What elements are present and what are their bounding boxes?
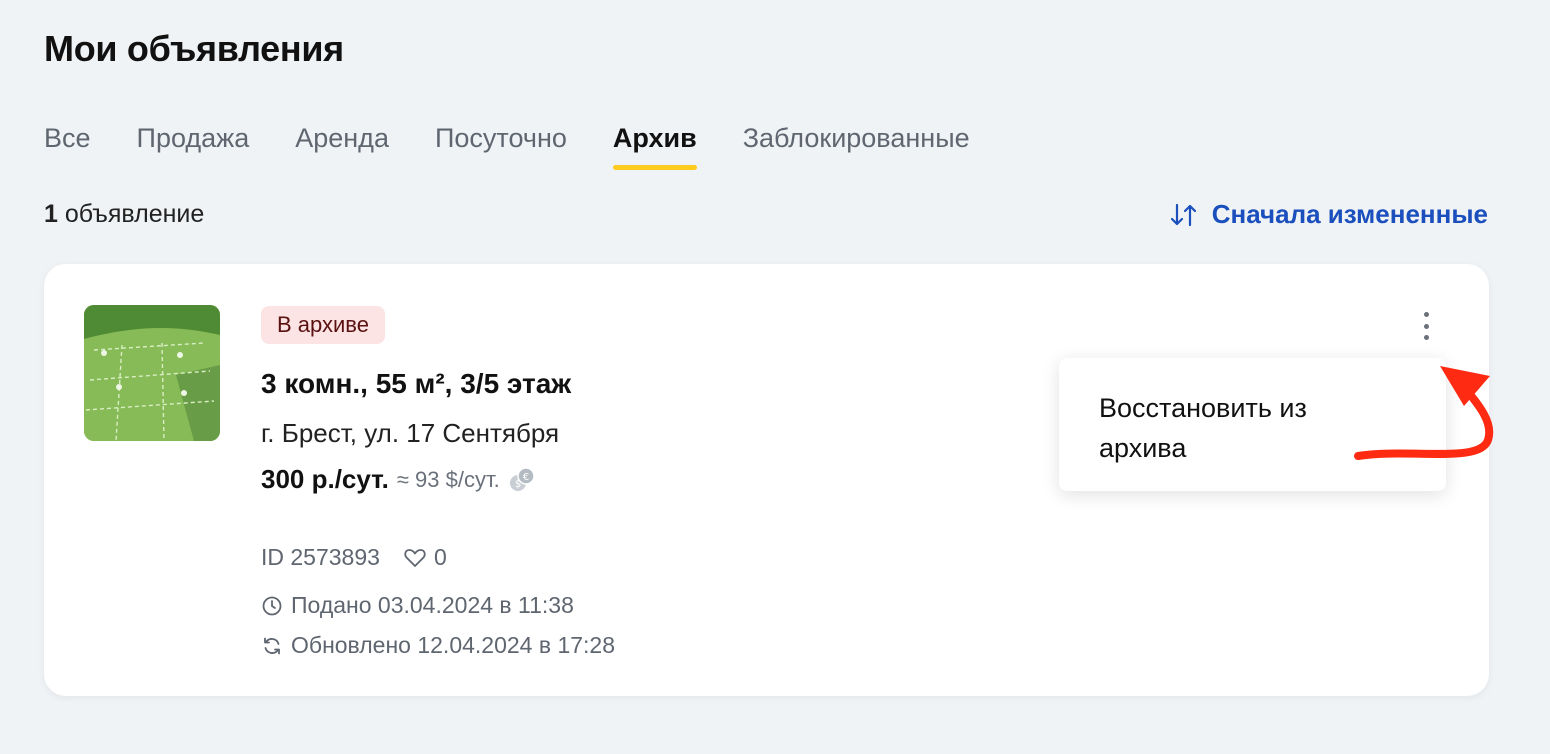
more-vertical-icon-dot [1423,312,1429,317]
listing-id: ID 2573893 [261,544,380,570]
restore-from-archive-item[interactable]: Восстановить из архива [1099,388,1399,468]
listing-title[interactable]: 3 комн., 55 м², 3/5 этаж [261,368,571,400]
posted-date-text: Подано 03.04.2024 в 11:38 [291,592,574,618]
listing-photo[interactable] [84,305,220,441]
field-photo-graphic [84,305,220,441]
more-vertical-icon-dot [1423,323,1429,329]
sort-label: Сначала измененные [1211,199,1488,229]
updated-date-text: Обновлено 12.04.2024 в 17:28 [291,632,616,658]
tabs: Все Продажа Аренда Посуточно Архив Забло… [44,116,1016,170]
listing-count: 1 объявление [44,200,204,229]
status-badge: В архиве [261,306,385,344]
price-line: 300 р./сут. ≈ 93 $/сут. $ € [261,464,536,495]
clock-icon [262,596,282,615]
heart-icon [404,548,426,567]
listing-count-label: объявление [64,200,205,228]
tab-archive[interactable]: Архив [612,116,697,170]
favorites: 0 [404,544,447,571]
price-approx: ≈ 93 $/сут. [396,466,500,492]
posted-date: Подано 03.04.2024 в 11:38 [261,592,574,619]
tab-sale[interactable]: Продажа [137,116,250,170]
more-options-button[interactable] [1416,310,1436,342]
tab-daily[interactable]: Посуточно [435,116,567,170]
svg-text:€: € [523,472,529,483]
refresh-icon [264,637,280,654]
meta-row: ID 2573893 0 [261,544,447,571]
favorites-count: 0 [433,544,447,570]
more-vertical-icon-dot [1423,335,1429,340]
page: Мои объявления Все Продажа Аренда Посуто… [0,0,1550,754]
sort-arrows-icon [1170,203,1196,226]
listing-count-number: 1 [44,200,58,228]
tab-all[interactable]: Все [44,116,91,170]
sort-button[interactable]: Сначала измененные [1170,199,1488,230]
context-menu: Восстановить из архива [1059,358,1446,491]
price: 300 р./сут. [261,464,389,494]
page-title: Мои объявления [44,28,344,69]
tab-blocked[interactable]: Заблокированные [743,116,970,170]
listing-address: г. Брест, ул. 17 Сентября [261,418,560,448]
currency-converter-icon[interactable]: $ € [508,466,536,494]
updated-date: Обновлено 12.04.2024 в 17:28 [261,632,615,659]
tab-rent[interactable]: Аренда [295,116,389,170]
